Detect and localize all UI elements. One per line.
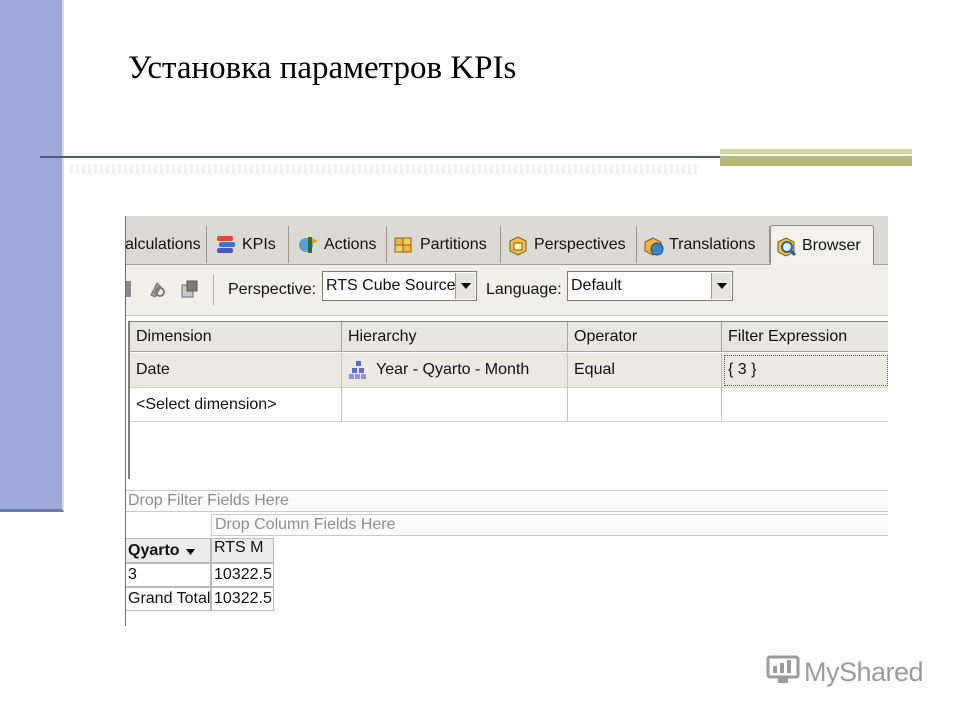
chevron-down-icon[interactable] bbox=[455, 273, 475, 299]
column-header-dimension[interactable]: Dimension bbox=[130, 322, 342, 352]
tab-label: Actions bbox=[324, 235, 377, 253]
toolbar-separator bbox=[213, 275, 214, 305]
perspectives-icon bbox=[507, 234, 529, 256]
myshared-logo-icon bbox=[766, 655, 800, 690]
language-select[interactable]: Default bbox=[567, 271, 733, 301]
process-icon[interactable] bbox=[125, 279, 137, 299]
browser-icon bbox=[775, 235, 797, 257]
reconnect-icon[interactable] bbox=[147, 279, 167, 299]
kpis-icon bbox=[215, 234, 237, 256]
tab-browser[interactable]: Browser bbox=[770, 225, 874, 265]
designer-tab-bar: alculations KPIs Actions Partitions Pers… bbox=[125, 216, 888, 265]
tab-label: Browser bbox=[802, 236, 861, 254]
cell-filter-expression[interactable]: { 3 } bbox=[722, 353, 888, 388]
tab-label: Perspectives bbox=[534, 235, 626, 253]
left-decor-band bbox=[0, 0, 64, 512]
translations-icon bbox=[642, 234, 664, 256]
divider-accent bbox=[720, 149, 912, 166]
tab-calculations[interactable]: alculations bbox=[125, 226, 207, 263]
actions-icon bbox=[297, 234, 319, 256]
pivot-grand-total-value: 10322.5 bbox=[211, 587, 274, 611]
perspective-select[interactable]: RTS Cube Source bbox=[322, 271, 477, 301]
myshared-watermark: MyShared bbox=[766, 655, 924, 690]
perspective-value: RTS Cube Source bbox=[326, 277, 455, 294]
tab-label: Translations bbox=[669, 235, 756, 253]
pivot-value-cell: 10322.5 bbox=[211, 563, 274, 587]
pivot-measure-header[interactable]: RTS M bbox=[211, 538, 274, 563]
watermark-text: MyShared bbox=[804, 657, 924, 687]
hierarchy-value: Year - Qyarto - Month bbox=[376, 361, 530, 378]
cell-dimension[interactable]: Date bbox=[130, 353, 342, 388]
pivot-table-area: Drop Filter Fields Here Drop Column Fiel… bbox=[125, 486, 888, 626]
drop-filter-zone[interactable]: Drop Filter Fields Here bbox=[125, 490, 888, 512]
perspective-label: Perspective: bbox=[228, 281, 317, 298]
tab-perspectives[interactable]: Perspectives bbox=[503, 226, 637, 263]
cube-designer-window: alculations KPIs Actions Partitions Pers… bbox=[125, 216, 888, 626]
select-dimension-cell[interactable]: <Select dimension> bbox=[130, 388, 342, 422]
chevron-down-icon[interactable] bbox=[711, 273, 731, 299]
language-value: Default bbox=[571, 277, 622, 294]
column-header-operator[interactable]: Operator bbox=[568, 322, 722, 352]
cell-operator-empty[interactable] bbox=[568, 388, 722, 422]
hierarchy-icon bbox=[348, 360, 368, 380]
row-header-label: Qyarto bbox=[128, 541, 180, 559]
tab-actions[interactable]: Actions bbox=[293, 226, 387, 263]
tab-partitions[interactable]: Partitions bbox=[389, 226, 501, 263]
column-header-hierarchy[interactable]: Hierarchy bbox=[342, 322, 568, 352]
tab-label: Partitions bbox=[420, 235, 487, 253]
partitions-icon bbox=[393, 234, 415, 256]
tab-label: alculations bbox=[125, 235, 201, 253]
window-left-edge bbox=[125, 216, 126, 626]
cell-hierarchy-empty[interactable] bbox=[342, 388, 568, 422]
filter-grid: Dimension Hierarchy Operator Filter Expr… bbox=[128, 321, 888, 479]
cell-hierarchy[interactable]: Year - Qyarto - Month bbox=[342, 353, 568, 388]
drop-column-zone[interactable]: Drop Column Fields Here bbox=[211, 514, 888, 536]
tab-translations[interactable]: Translations bbox=[638, 226, 770, 263]
language-label: Language: bbox=[486, 281, 562, 298]
pivot-row-header[interactable]: Qyarto bbox=[125, 538, 211, 563]
pivot-grand-total-label: Grand Total bbox=[125, 587, 211, 611]
cell-operator[interactable]: Equal bbox=[568, 353, 722, 388]
column-header-filter-expression[interactable]: Filter Expression bbox=[722, 322, 888, 352]
dropdown-arrow-icon[interactable] bbox=[185, 542, 195, 560]
tab-kpis[interactable]: KPIs bbox=[211, 226, 289, 263]
copy-icon[interactable] bbox=[179, 279, 199, 299]
tab-label: KPIs bbox=[242, 235, 276, 253]
cell-filter-expression-empty[interactable] bbox=[722, 388, 888, 422]
pivot-row-label[interactable]: 3 bbox=[125, 563, 211, 587]
slide-title: Установка параметров KPIs bbox=[128, 50, 517, 86]
decor-pattern bbox=[70, 164, 700, 174]
